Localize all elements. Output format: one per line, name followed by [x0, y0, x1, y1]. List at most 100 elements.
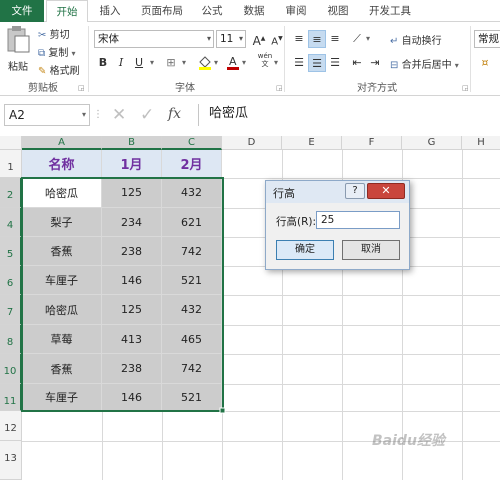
tab-page-layout[interactable]: 页面布局 — [134, 0, 190, 22]
cancel-button[interactable]: 取消 — [342, 240, 400, 260]
table-cell[interactable]: 草莓 — [22, 325, 102, 354]
tab-view[interactable]: 视图 — [320, 0, 356, 22]
table-cell[interactable]: 521 — [162, 266, 222, 295]
orientation-button[interactable]: ⟋ — [348, 30, 366, 48]
align-right-button[interactable]: ☰ — [326, 54, 344, 72]
chevron-down-icon[interactable]: ▾ — [274, 58, 278, 67]
tab-developer[interactable]: 开发工具 — [362, 0, 418, 22]
table-cell[interactable]: 234 — [102, 208, 162, 237]
column-header-a[interactable]: A — [22, 136, 102, 150]
table-cell[interactable]: 742 — [162, 354, 222, 384]
close-button[interactable]: ✕ — [367, 183, 405, 199]
borders-button[interactable]: ⊞ — [162, 54, 180, 72]
underline-button[interactable]: U — [130, 54, 148, 72]
table-cell[interactable]: 车厘子 — [22, 384, 102, 411]
grow-font-button[interactable]: A▲ — [250, 30, 268, 48]
chevron-down-icon[interactable]: ▾ — [242, 58, 246, 67]
row-header[interactable]: 6 — [0, 266, 22, 295]
table-cell[interactable]: 432 — [162, 295, 222, 325]
table-cell[interactable]: 238 — [102, 237, 162, 266]
table-header-cell[interactable]: 2月 — [162, 150, 222, 178]
dialog-launcher-icon[interactable]: ◲ — [462, 84, 469, 92]
italic-button[interactable]: I — [112, 54, 130, 72]
column-header-f[interactable]: F — [342, 136, 402, 150]
column-header-c[interactable]: C — [162, 136, 222, 150]
chevron-down-icon[interactable]: ▾ — [366, 34, 370, 43]
row-header[interactable]: 13 — [0, 441, 22, 480]
decrease-indent-button[interactable]: ⇤ — [348, 54, 366, 72]
insert-function-button[interactable]: fx — [168, 106, 181, 122]
table-header-cell[interactable]: 1月 — [102, 150, 162, 178]
dialog-launcher-icon[interactable]: ◲ — [276, 84, 283, 92]
tab-file[interactable]: 文件 — [0, 0, 44, 22]
formula-input[interactable]: 哈密瓜 — [198, 104, 500, 126]
table-cell[interactable]: 621 — [162, 208, 222, 237]
format-painter-button[interactable]: ✎ 格式刷 — [38, 62, 80, 78]
table-cell[interactable]: 146 — [102, 266, 162, 295]
copy-button[interactable]: ⧉ 复制 ▾ — [38, 44, 76, 60]
column-header-e[interactable]: E — [282, 136, 342, 150]
tab-home[interactable]: 开始 — [46, 0, 88, 23]
table-cell[interactable]: 125 — [102, 295, 162, 325]
help-button[interactable]: ? — [345, 183, 365, 199]
row-header[interactable]: 8 — [0, 325, 22, 354]
table-header-cell[interactable]: 名称 — [22, 150, 102, 178]
row-header[interactable]: 1 — [0, 150, 22, 178]
column-header-h[interactable]: H — [462, 136, 500, 150]
table-cell[interactable]: 413 — [102, 325, 162, 354]
row-header[interactable]: 7 — [0, 295, 22, 325]
select-all-corner[interactable] — [0, 136, 22, 150]
name-box[interactable]: A2 ▾ — [4, 104, 90, 126]
dialog-title-bar[interactable]: 行高 ? ✕ — [266, 181, 409, 203]
align-bottom-button[interactable]: ≡ — [326, 30, 344, 48]
paste-button[interactable]: 粘贴 — [4, 26, 32, 78]
table-cell[interactable]: 香蕉 — [22, 354, 102, 384]
tab-data[interactable]: 数据 — [236, 0, 272, 22]
column-header-g[interactable]: G — [402, 136, 462, 150]
row-header[interactable]: 12 — [0, 411, 22, 441]
row-header[interactable]: 2 — [0, 178, 22, 208]
table-cell[interactable]: 香蕉 — [22, 237, 102, 266]
confirm-entry-icon[interactable]: ✓ — [140, 105, 154, 125]
table-cell[interactable]: 125 — [102, 178, 162, 208]
wrap-text-button[interactable]: ↵ 自动换行 — [390, 32, 442, 48]
font-size-select[interactable]: 11 ▾ — [216, 30, 246, 48]
cut-button[interactable]: ✂ 剪切 — [38, 26, 70, 42]
table-cell[interactable]: 238 — [102, 354, 162, 384]
phonetic-button[interactable]: wén 文 — [256, 52, 274, 70]
increase-indent-button[interactable]: ⇥ — [366, 54, 384, 72]
fill-color-button[interactable] — [196, 54, 214, 72]
table-cell[interactable]: 梨子 — [22, 208, 102, 237]
row-header[interactable]: 10 — [0, 354, 22, 384]
font-name-select[interactable]: 宋体 ▾ — [94, 30, 214, 48]
row-header[interactable]: 11 — [0, 384, 22, 411]
chevron-down-icon[interactable]: ▾ — [182, 58, 186, 67]
column-header-b[interactable]: B — [102, 136, 162, 150]
cancel-entry-icon[interactable]: ✕ — [112, 105, 126, 125]
row-header[interactable]: 4 — [0, 208, 22, 237]
table-cell[interactable]: 146 — [102, 384, 162, 411]
table-cell[interactable]: 432 — [162, 178, 222, 208]
active-cell[interactable]: 哈密瓜 — [22, 178, 102, 208]
align-top-button[interactable]: ≡ — [290, 30, 308, 48]
align-center-button[interactable]: ☰ — [308, 54, 326, 72]
bold-button[interactable]: B — [94, 54, 112, 72]
accounting-format-button[interactable]: ¤ — [476, 54, 494, 72]
table-cell[interactable]: 车厘子 — [22, 266, 102, 295]
column-header-d[interactable]: D — [222, 136, 282, 150]
table-cell[interactable]: 521 — [162, 384, 222, 411]
tab-insert[interactable]: 插入 — [92, 0, 128, 22]
table-cell[interactable]: 哈密瓜 — [22, 295, 102, 325]
dialog-launcher-icon[interactable]: ◲ — [78, 84, 85, 92]
font-color-button[interactable]: A — [224, 54, 242, 72]
row-height-input[interactable]: 25 — [316, 211, 400, 229]
chevron-down-icon[interactable]: ▾ — [150, 58, 154, 67]
merge-center-button[interactable]: ⊟ 合并后居中 ▾ — [390, 56, 459, 72]
align-left-button[interactable]: ☰ — [290, 54, 308, 72]
table-cell[interactable]: 742 — [162, 237, 222, 266]
number-format-select[interactable]: 常规 — [474, 30, 500, 48]
align-middle-button[interactable]: ≡ — [308, 30, 326, 48]
row-header[interactable]: 5 — [0, 237, 22, 266]
tab-review[interactable]: 审阅 — [278, 0, 314, 22]
table-cell[interactable]: 465 — [162, 325, 222, 354]
